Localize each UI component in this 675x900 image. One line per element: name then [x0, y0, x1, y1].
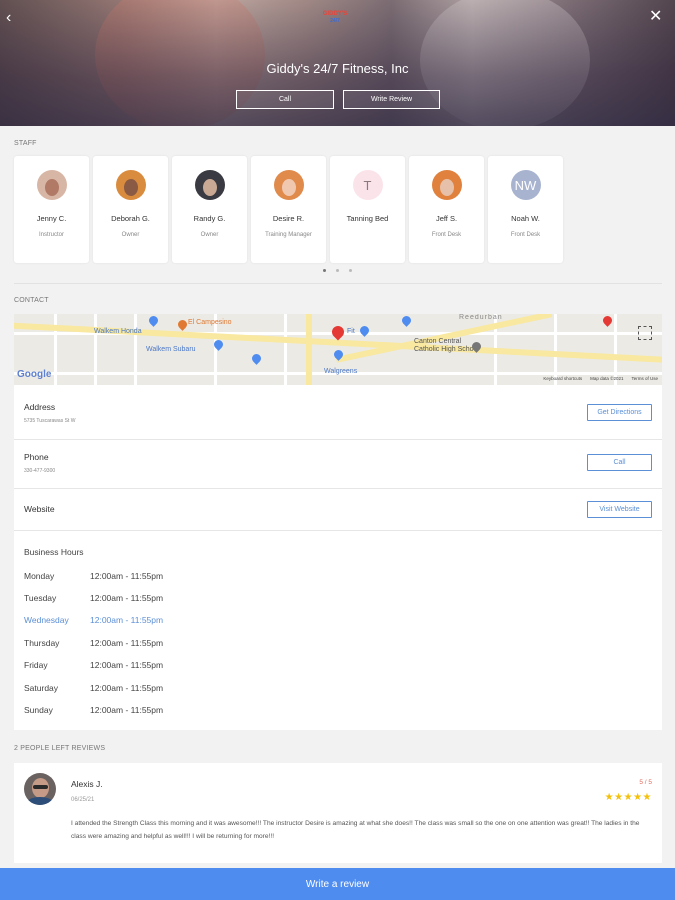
contact-card: Address 5735 Tuscarawas St W Get Directi… [14, 385, 662, 730]
avatar [273, 170, 304, 200]
visit-website-button[interactable]: Visit Website [587, 501, 652, 518]
map-data-text: Map data ©2021 [590, 376, 624, 381]
google-logo: Google [17, 369, 52, 380]
avatar: T [352, 170, 383, 200]
staff-section-label: STAFF [14, 140, 37, 147]
map-attribution: Keyboard shortcuts Map data ©2021 Terms … [543, 376, 658, 381]
map-label: Walgreens [324, 368, 358, 375]
divider [14, 439, 662, 440]
avatar [36, 170, 67, 200]
review-text: I attended the Strength Class this morni… [71, 820, 640, 840]
header-write-review-button[interactable]: Write Review [343, 90, 440, 109]
divider [14, 283, 662, 284]
back-icon[interactable]: ‹ [6, 9, 11, 27]
reviews-section-label: 2 PEOPLE LEFT REVIEWS [14, 745, 106, 752]
get-directions-button[interactable]: Get Directions [587, 404, 652, 421]
address-label: Address [24, 402, 56, 412]
staff-card[interactable]: T Tanning Bed [330, 156, 405, 263]
address-value: 5735 Tuscarawas St W [24, 418, 76, 424]
reviewer-name: Alexis J. [71, 779, 103, 789]
map-label: Fit [347, 328, 355, 335]
staff-carousel[interactable]: Jenny C. Instructor Deborah G. Owner Ran… [14, 156, 563, 263]
review-date: 06/25/21 [71, 797, 95, 803]
address-row: Address 5735 Tuscarawas St W Get Directi… [24, 402, 652, 424]
hours-row: Saturday 12:00am - 11:55pm [24, 683, 164, 693]
avatar [115, 170, 146, 200]
avatar [431, 170, 462, 200]
staff-card[interactable]: Jenny C. Instructor [14, 156, 89, 263]
map-pin-icon [601, 314, 614, 327]
page-dot[interactable] [336, 269, 339, 272]
write-review-button[interactable]: Write a review [0, 868, 675, 900]
staff-name: Jeff S. [435, 214, 458, 223]
staff-name: Tanning Bed [346, 214, 389, 223]
map-pin-icon [250, 352, 263, 365]
hours-row: Friday 12:00am - 11:55pm [24, 660, 164, 670]
staff-card[interactable]: Deborah G. Owner [93, 156, 168, 263]
close-icon[interactable]: ✕ [649, 6, 662, 26]
divider [14, 488, 662, 489]
staff-name: Randy G. [193, 214, 226, 223]
keyboard-shortcuts-link[interactable]: Keyboard shortcuts [543, 376, 582, 381]
staff-role: Front Desk [510, 232, 541, 238]
header-call-button[interactable]: Call [236, 90, 334, 109]
location-pin-icon[interactable] [329, 323, 347, 341]
logo-text-top: GIDDY'S [322, 11, 348, 17]
website-label: Website [24, 504, 55, 514]
phone-row: Phone 330-477-9300 Call [24, 452, 652, 474]
review-score: 5 / 5 [639, 779, 652, 786]
hours-row: Sunday 12:00am - 11:55pm [24, 705, 164, 715]
staff-card[interactable]: NW Noah W. Front Desk [488, 156, 563, 263]
map-label: Reedurban [459, 314, 503, 321]
terms-link[interactable]: Terms of Use [631, 376, 658, 381]
avatar [194, 170, 225, 200]
page-dot[interactable] [349, 269, 352, 272]
staff-role: Owner [121, 232, 140, 238]
gym-logo: GIDDY'S 24/7 [320, 11, 350, 24]
map-label: Walkem Subaru [146, 346, 196, 353]
logo-text-bottom: 24/7 [330, 18, 340, 24]
page-title: Giddy's 24/7 Fitness, Inc [266, 61, 409, 76]
staff-role: Instructor [38, 232, 64, 238]
hours-row: Thursday 12:00am - 11:55pm [24, 638, 164, 648]
location-map[interactable]: Walkem Honda El Campesino Walkem Subaru … [14, 314, 662, 385]
page-dot[interactable] [323, 269, 326, 272]
map-label: Walkem Honda [94, 328, 142, 335]
staff-name: Deborah G. [111, 214, 150, 223]
staff-card[interactable]: Desire R. Training Manager [251, 156, 326, 263]
review-card: Alexis J. 06/25/21 5 / 5 ★★★★★ I attende… [14, 763, 662, 863]
staff-card[interactable]: Jeff S. Front Desk [409, 156, 484, 263]
divider [14, 530, 662, 531]
staff-role: Owner [200, 232, 219, 238]
staff-card[interactable]: Randy G. Owner [172, 156, 247, 263]
hours-row: Tuesday 12:00am - 11:55pm [24, 593, 164, 603]
hours-row: Monday 12:00am - 11:55pm [24, 571, 164, 581]
phone-label: Phone [24, 452, 49, 462]
map-label: El Campesino [188, 319, 232, 326]
phone-value: 330-477-9300 [24, 468, 56, 474]
call-button[interactable]: Call [587, 454, 652, 471]
map-pin-icon [176, 318, 189, 331]
hours-row-today: Wednesday 12:00am - 11:55pm [24, 615, 164, 625]
hero-header: ‹ GIDDY'S 24/7 ✕ Giddy's 24/7 Fitness, I… [0, 0, 675, 126]
staff-name: Desire R. [272, 214, 305, 223]
map-pin-icon [147, 314, 160, 327]
contact-section-label: CONTACT [14, 297, 49, 304]
website-row: Website Visit Website [24, 501, 652, 518]
avatar [24, 773, 56, 805]
staff-name: Noah W. [511, 214, 540, 223]
staff-role: Front Desk [431, 232, 462, 238]
staff-name: Jenny C. [36, 214, 67, 223]
avatar: NW [510, 170, 541, 200]
carousel-pagination[interactable] [323, 269, 352, 272]
staff-role: Training Manager [265, 232, 312, 238]
fullscreen-icon[interactable] [638, 326, 652, 340]
map-pin-icon [400, 314, 413, 327]
business-hours-title: Business Hours [24, 547, 84, 557]
star-rating-icon: ★★★★★ [604, 792, 652, 803]
